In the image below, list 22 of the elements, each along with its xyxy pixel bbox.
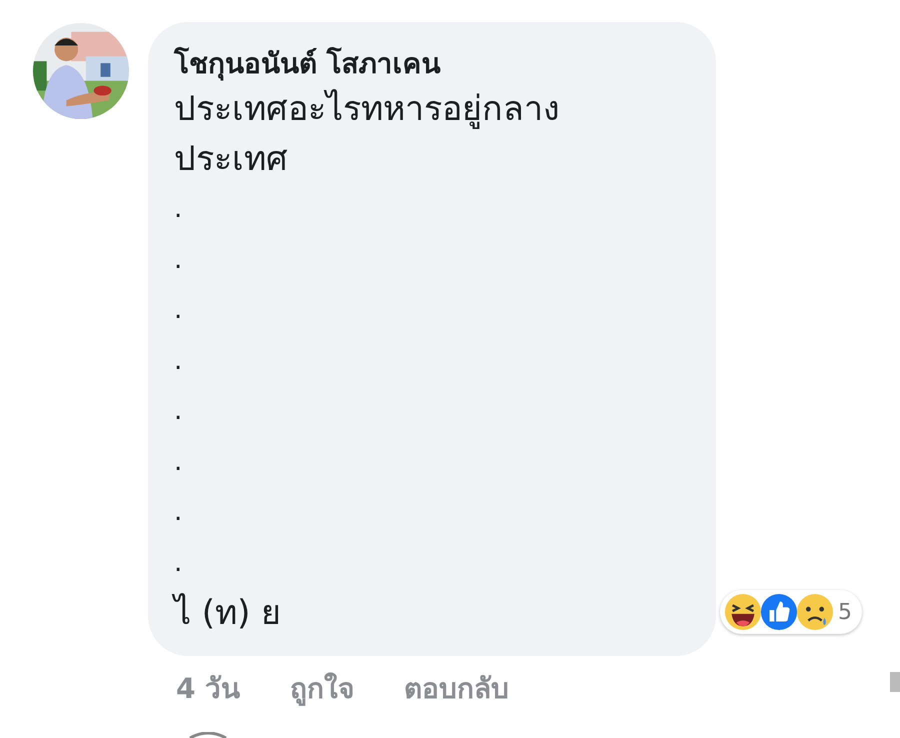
comment-text: . (174, 496, 184, 529)
comment-text: . (174, 294, 184, 327)
comment-text: ประเทศอะไรทหารอยู่กลาง (174, 88, 561, 131)
comment-text: . (174, 344, 184, 378)
laughing-face-icon (724, 593, 762, 631)
reaction-count: 5 (838, 600, 852, 624)
action-link[interactable]: ถูกใจ (290, 666, 354, 710)
comment-text: . (174, 395, 184, 428)
timestamp: 4 วัน (176, 671, 240, 707)
crying-face-icon (796, 593, 834, 631)
comment-text: ไ (ท) ย (174, 588, 692, 638)
thumbs-up-icon (760, 593, 798, 631)
comment-text: ประเทศ (174, 138, 289, 181)
action-link[interactable]: ตอบกลับ (404, 666, 510, 710)
comment-text: . (174, 244, 184, 276)
scroll-marker (890, 672, 900, 692)
comment-text: . (174, 193, 184, 226)
author-name: โชกุนอนันต์ โสภาเคน (174, 46, 442, 83)
comment-text: . (174, 546, 184, 580)
avatar-icon (188, 732, 228, 738)
comment-text: . (174, 446, 184, 478)
reactions-pill[interactable]: 5 (720, 590, 862, 634)
